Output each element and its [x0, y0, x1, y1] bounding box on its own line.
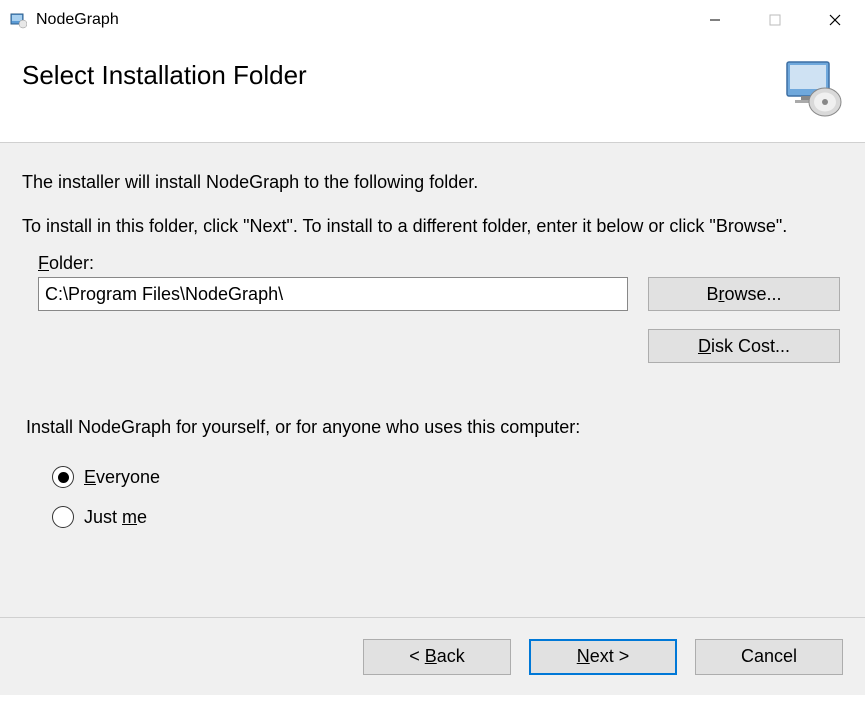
app-icon: [8, 10, 28, 30]
radio-everyone[interactable]: Everyone: [52, 466, 843, 488]
folder-label: Folder:: [38, 253, 843, 274]
footer-section: < Back Next > Cancel: [0, 617, 865, 695]
content-section: The installer will install NodeGraph to …: [0, 143, 865, 617]
page-title: Select Installation Folder: [22, 60, 307, 91]
close-button[interactable]: [805, 0, 865, 40]
radio-everyone-label: Everyone: [84, 467, 160, 488]
back-button[interactable]: < Back: [363, 639, 511, 675]
window-controls: [685, 0, 865, 40]
next-button[interactable]: Next >: [529, 639, 677, 675]
browse-button[interactable]: Browse...: [648, 277, 840, 311]
cancel-button[interactable]: Cancel: [695, 639, 843, 675]
install-for-label: Install NodeGraph for yourself, or for a…: [26, 417, 843, 438]
radio-circle-icon: [52, 506, 74, 528]
folder-group: Folder: Browse... Disk Cost...: [38, 253, 843, 363]
radio-just-me-label: Just me: [84, 507, 147, 528]
maximize-button: [745, 0, 805, 40]
folder-input[interactable]: [38, 277, 628, 311]
radio-group: Everyone Just me: [52, 466, 843, 528]
radio-circle-icon: [52, 466, 74, 488]
installer-icon: [783, 60, 843, 118]
description-text: The installer will install NodeGraph to …: [22, 169, 843, 195]
header-section: Select Installation Folder: [0, 40, 865, 143]
titlebar: NodeGraph: [0, 0, 865, 40]
minimize-button[interactable]: [685, 0, 745, 40]
window-title: NodeGraph: [36, 11, 685, 29]
instruction-text: To install in this folder, click "Next".…: [22, 213, 843, 239]
radio-just-me[interactable]: Just me: [52, 506, 843, 528]
disk-cost-button[interactable]: Disk Cost...: [648, 329, 840, 363]
